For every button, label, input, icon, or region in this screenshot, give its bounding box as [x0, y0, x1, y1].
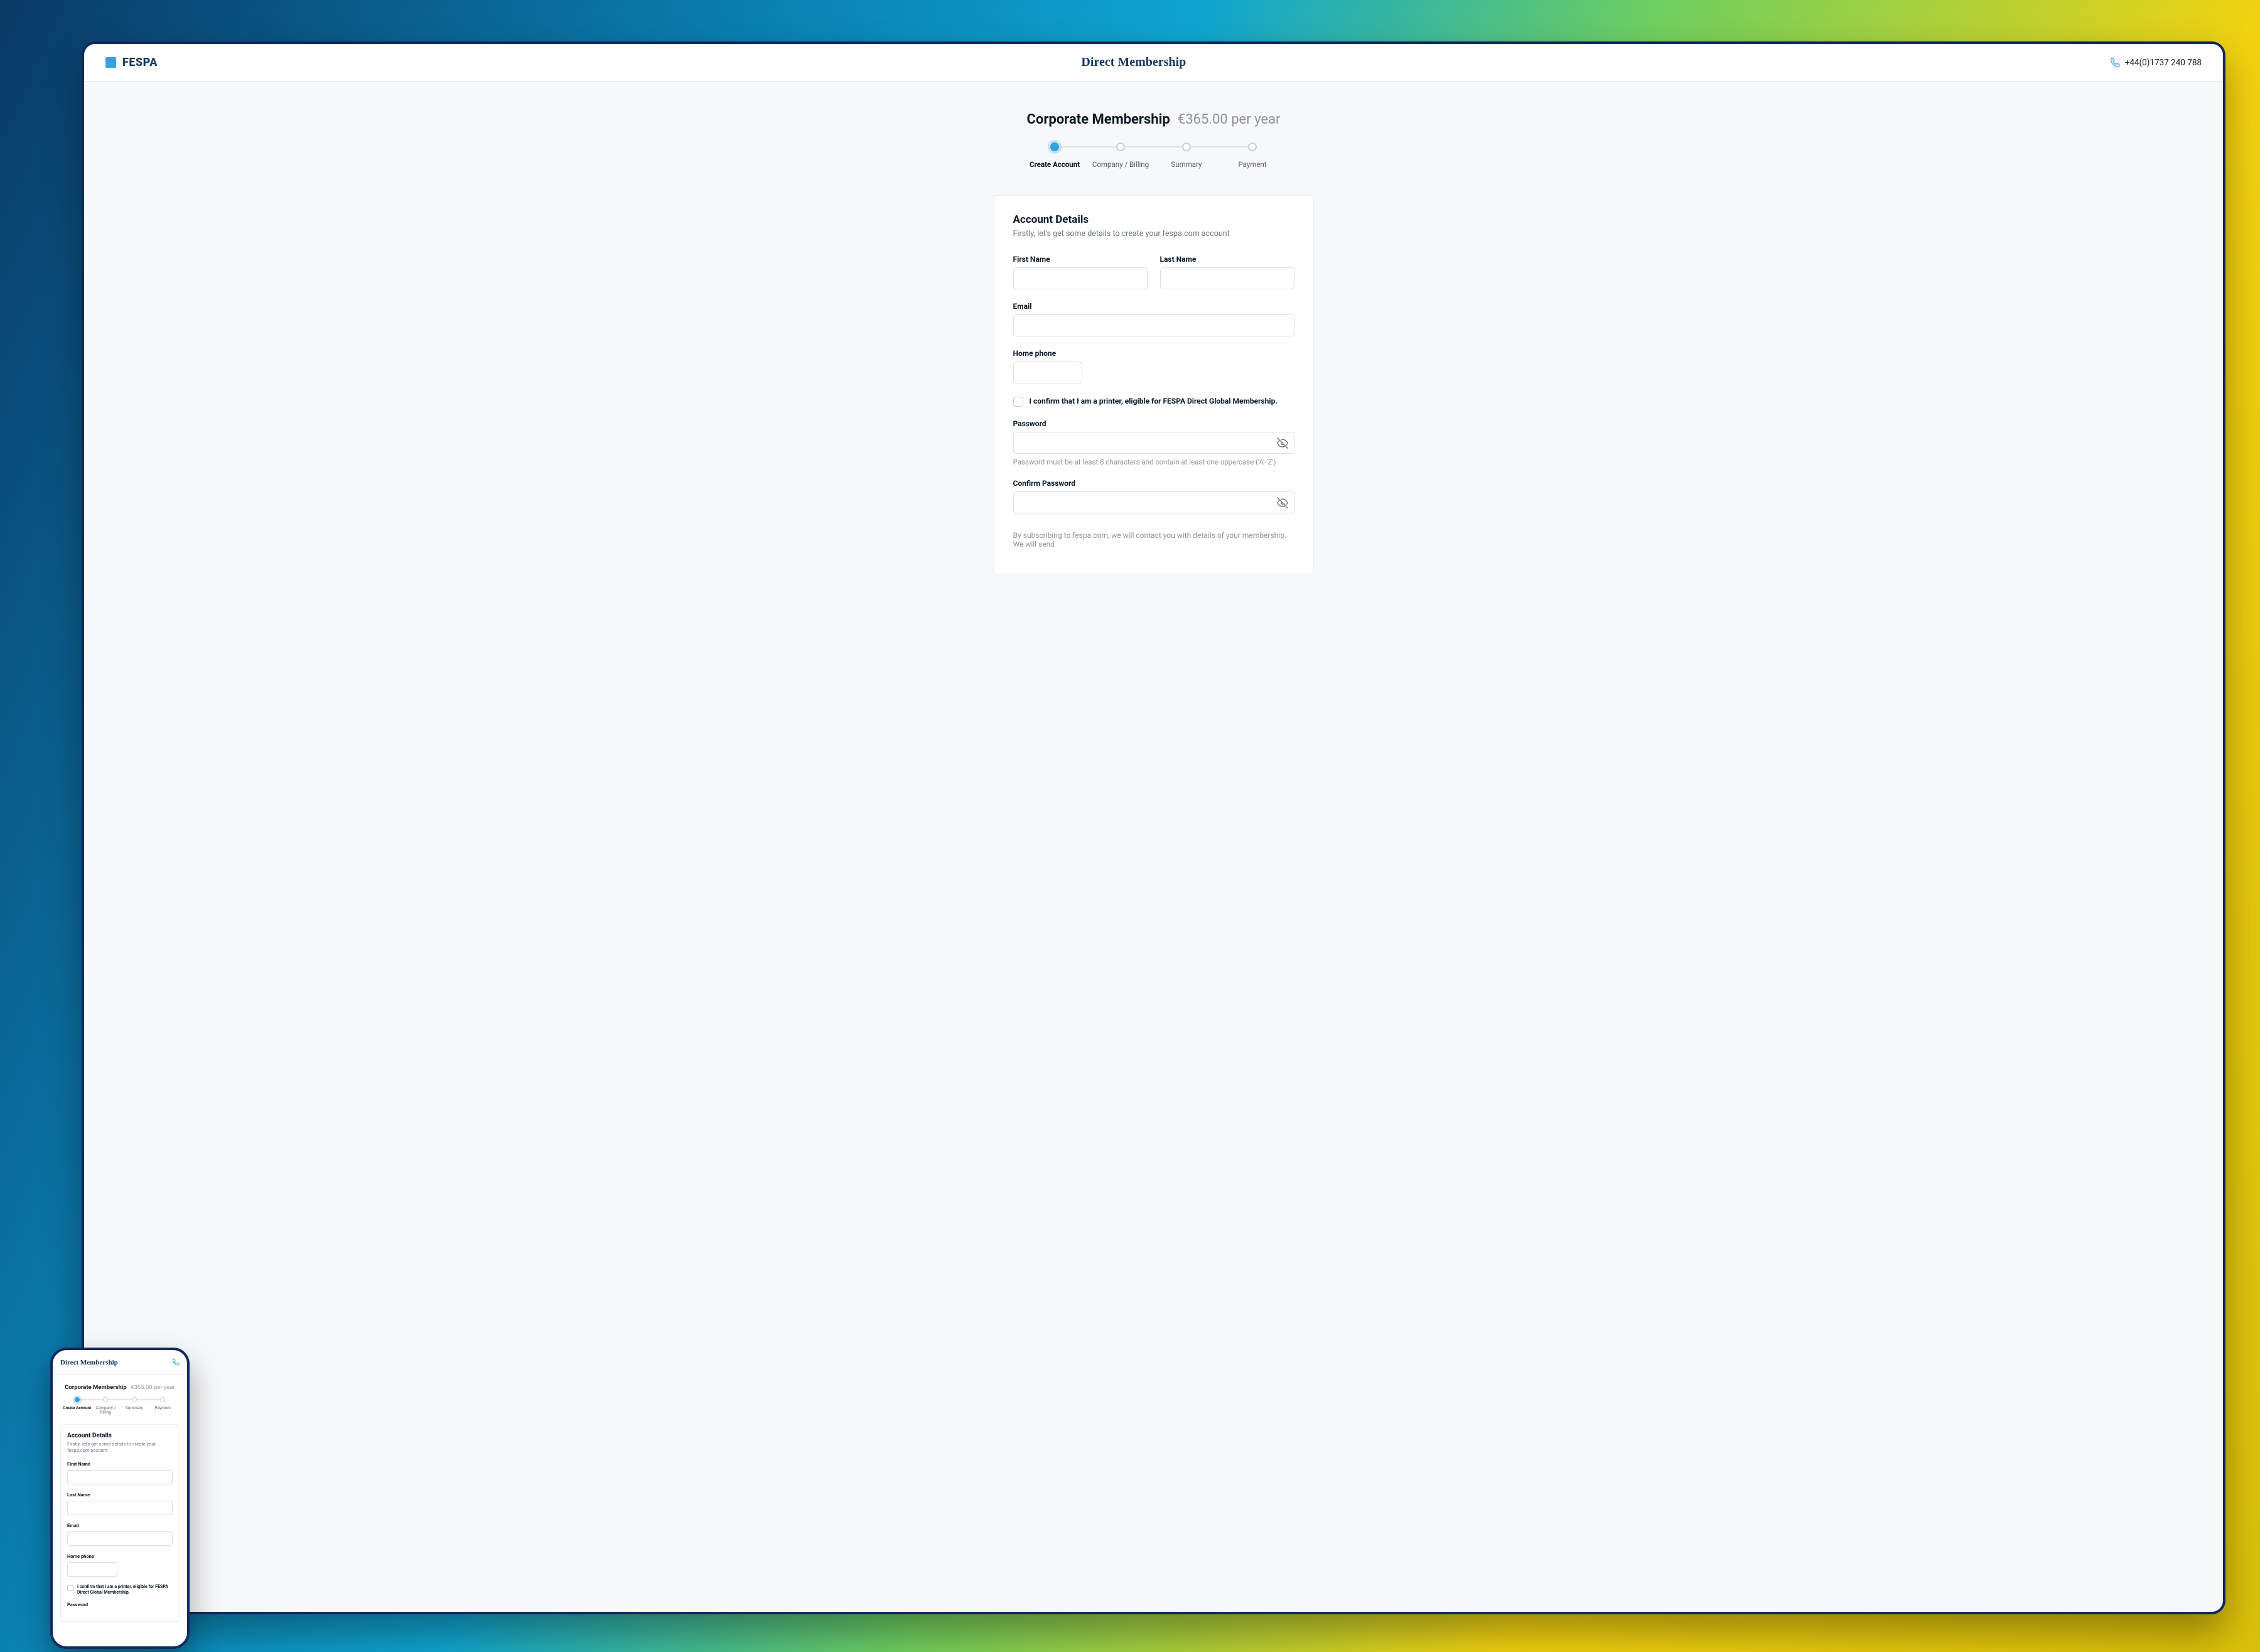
mobile-phone-button[interactable] [172, 1356, 180, 1368]
mobile-account-details-card: Account Details Firstly, let's get some … [60, 1424, 180, 1622]
confirm-password-input[interactable] [1013, 491, 1294, 513]
mobile-last-name-label: Last Name [67, 1492, 173, 1498]
phone-icon [2110, 58, 2120, 68]
last-name-input[interactable] [1160, 267, 1294, 289]
section-subtitle: Firstly, let's get some details to creat… [1013, 229, 1294, 239]
mobile-header: Direct Membership [53, 1350, 187, 1375]
app-header: FESPA Direct Membership +44(0)1737 240 7… [84, 44, 2223, 82]
eligibility-check-row: I confirm that I am a printer, eligible … [1013, 396, 1294, 407]
mobile-first-name-input[interactable] [67, 1470, 173, 1484]
eligibility-checkbox[interactable] [1013, 397, 1023, 407]
mobile-first-name-label: First Name [67, 1461, 173, 1467]
home-phone-field-group: Home phone [1013, 349, 1294, 384]
email-label: Email [1013, 302, 1294, 311]
plan-price: €365.00 per year [1178, 112, 1281, 127]
mobile-plan-heading: Corporate Membership €365.00 per year [60, 1384, 180, 1391]
phone-icon [172, 1358, 180, 1366]
home-phone-input[interactable] [1013, 362, 1082, 384]
plan-name: Corporate Membership [1027, 112, 1170, 127]
brand-logo[interactable]: FESPA [105, 56, 158, 69]
first-name-input[interactable] [1013, 267, 1148, 289]
email-input[interactable] [1013, 314, 1294, 336]
first-name-label: First Name [1013, 255, 1148, 264]
password-input[interactable] [1013, 432, 1294, 454]
last-name-field-group: Last Name [1160, 255, 1294, 289]
mobile-eligibility-checkbox[interactable] [67, 1585, 73, 1591]
last-name-label: Last Name [1160, 255, 1294, 264]
section-title: Account Details [1013, 213, 1294, 226]
email-field-group: Email [1013, 302, 1294, 336]
mobile-device-mock: Direct Membership Corporate Membership €… [50, 1348, 190, 1649]
mobile-progress-stepper: Create Account Company / Billing Summary… [63, 1397, 177, 1415]
account-details-card: Account Details Firstly, let's get some … [994, 195, 1314, 574]
password-hint: Password must be at least 8 characters a… [1013, 458, 1294, 466]
step-dot-icon [75, 1397, 80, 1402]
brand-logo-icon [105, 57, 116, 68]
step-dot-icon [103, 1397, 108, 1402]
desktop-browser-window: FESPA Direct Membership +44(0)1737 240 7… [82, 41, 2225, 1614]
mobile-password-label: Password [67, 1602, 173, 1607]
mobile-body: Corporate Membership €365.00 per year Cr… [53, 1375, 187, 1649]
mobile-eligibility-label: I confirm that I am a printer, eligible … [77, 1584, 173, 1596]
mobile-email-input[interactable] [67, 1531, 173, 1546]
step-dot-icon [160, 1397, 165, 1402]
eligibility-label: I confirm that I am a printer, eligible … [1030, 396, 1278, 407]
step-dot-icon [1050, 142, 1059, 151]
progress-stepper: Create Account Company / Billing Summary… [1022, 142, 1286, 169]
first-name-field-group: First Name [1013, 255, 1148, 289]
step-create-account[interactable]: Create Account [1022, 142, 1088, 169]
eye-off-icon[interactable] [1277, 497, 1288, 508]
plan-heading: Corporate Membership €365.00 per year [109, 112, 2198, 127]
mobile-email-label: Email [67, 1523, 173, 1528]
confirm-password-field-group: Confirm Password [1013, 479, 1294, 513]
step-dot-icon [132, 1397, 137, 1402]
header-phone[interactable]: +44(0)1737 240 788 [2110, 58, 2202, 68]
mobile-section-subtitle: Firstly, let's get some details to creat… [67, 1441, 173, 1454]
app-body: Corporate Membership €365.00 per year Cr… [84, 82, 2223, 1612]
step-dot-icon [1116, 142, 1125, 151]
mobile-home-phone-input[interactable] [67, 1562, 117, 1577]
brand-logo-text: FESPA [122, 56, 158, 69]
step-dot-icon [1182, 142, 1191, 151]
confirm-password-label: Confirm Password [1013, 479, 1294, 488]
home-phone-label: Home phone [1013, 349, 1294, 358]
mobile-page-title: Direct Membership [60, 1359, 118, 1366]
mobile-step-create-account[interactable]: Create Account [63, 1397, 92, 1415]
eye-off-icon[interactable] [1277, 437, 1288, 449]
step-dot-icon [1248, 142, 1257, 151]
mobile-home-phone-label: Home phone [67, 1553, 173, 1559]
password-field-group: Password Password must be at least 8 cha… [1013, 419, 1294, 466]
mobile-last-name-input[interactable] [67, 1501, 173, 1515]
password-label: Password [1013, 419, 1294, 428]
header-phone-number: +44(0)1737 240 788 [2125, 58, 2202, 68]
subscription-note: By subscribing to fespa.com, we will con… [1013, 531, 1294, 549]
mobile-section-title: Account Details [67, 1432, 173, 1439]
page-title: Direct Membership [1081, 55, 1186, 70]
